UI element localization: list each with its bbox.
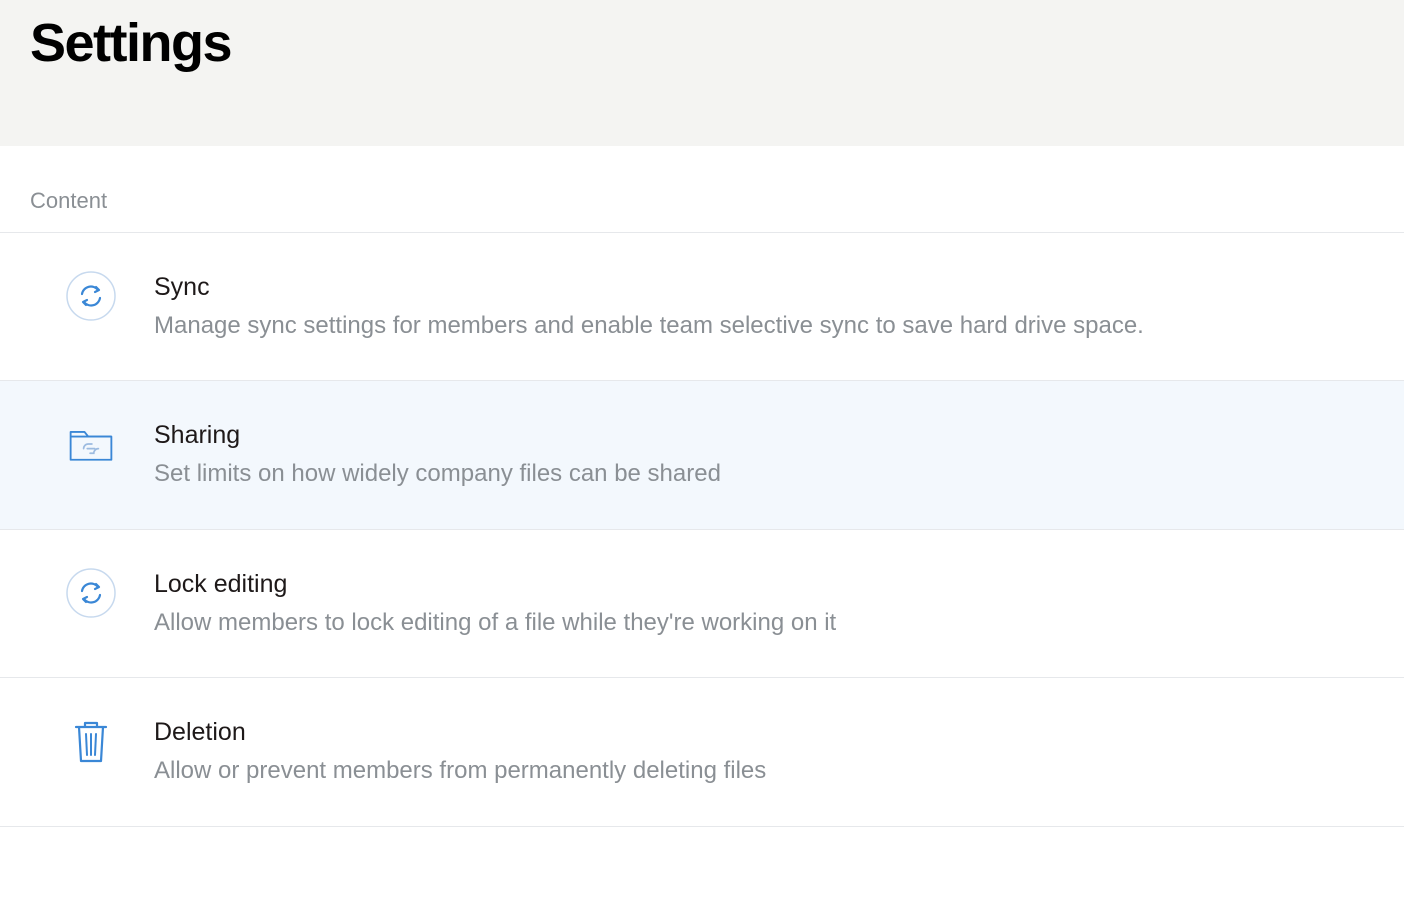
setting-title: Deletion [154,718,1374,747]
setting-desc: Manage sync settings for members and ena… [154,310,1374,342]
settings-header: Settings [0,0,1404,146]
setting-desc: Set limits on how widely company files c… [154,458,1374,490]
setting-text: Sync Manage sync settings for members an… [154,271,1374,342]
setting-row-sharing[interactable]: Sharing Set limits on how widely company… [0,381,1404,529]
trash-icon [66,716,116,766]
setting-text: Deletion Allow or prevent members from p… [154,716,1374,787]
setting-text: Sharing Set limits on how widely company… [154,419,1374,490]
setting-row-lock-editing[interactable]: Lock editing Allow members to lock editi… [0,530,1404,678]
folder-link-icon [66,419,116,469]
setting-row-deletion[interactable]: Deletion Allow or prevent members from p… [0,678,1404,826]
sync-icon [66,568,116,618]
section-label-content: Content [0,146,1404,233]
setting-desc: Allow members to lock editing of a file … [154,607,1374,639]
setting-title: Sharing [154,421,1374,450]
setting-title: Lock editing [154,570,1374,599]
sync-icon [66,271,116,321]
setting-row-sync[interactable]: Sync Manage sync settings for members an… [0,233,1404,381]
setting-title: Sync [154,273,1374,302]
setting-desc: Allow or prevent members from permanentl… [154,755,1374,787]
setting-text: Lock editing Allow members to lock editi… [154,568,1374,639]
page-title: Settings [30,12,1374,74]
